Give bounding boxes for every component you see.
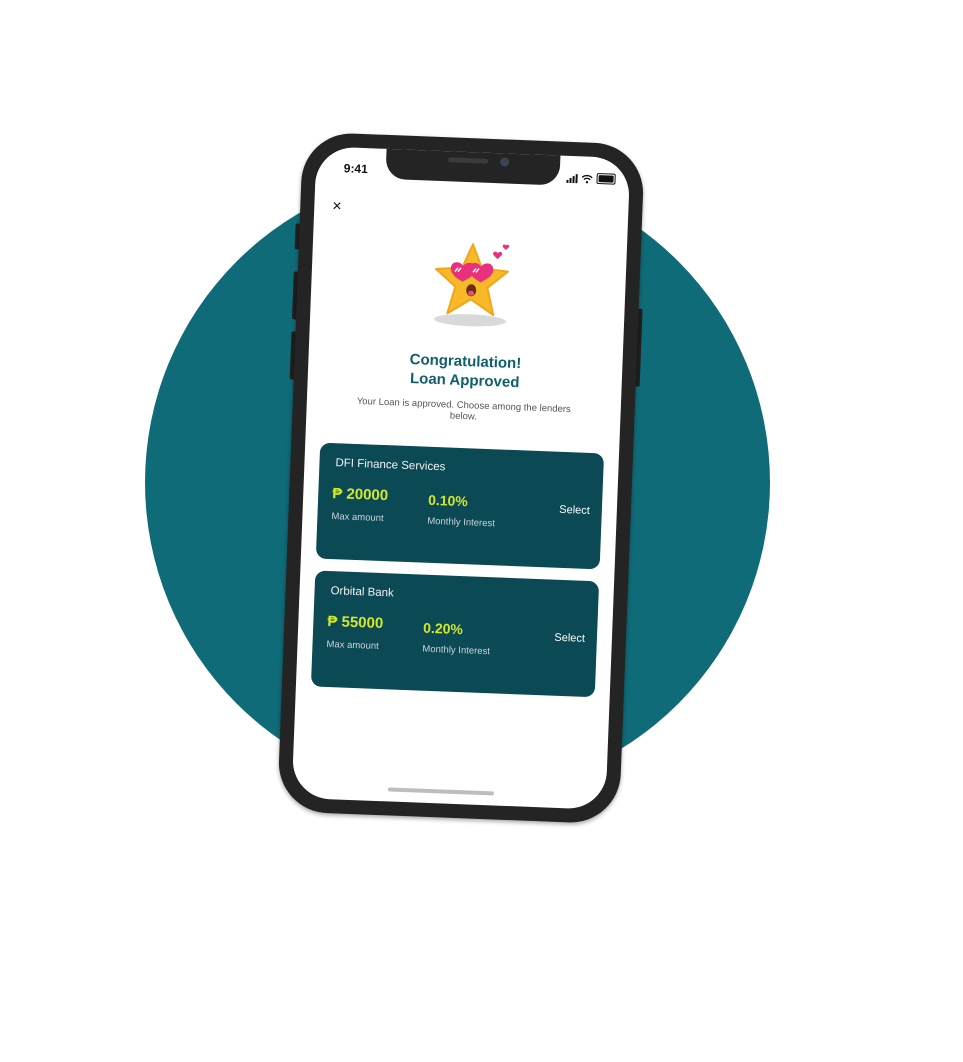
camera-icon <box>499 157 510 167</box>
status-time: 9:41 <box>343 161 369 177</box>
status-icons <box>566 172 616 185</box>
phone-screen: 9:41 × Congratulation! Loan Approved You… <box>291 146 631 810</box>
max-amount-label: Max amount <box>331 511 384 525</box>
wifi-icon <box>581 174 593 184</box>
lender-name: DFI Finance Services <box>335 457 446 474</box>
lender-card[interactable]: Orbital Bank ₱ 55000 Max amount 0.20% Mo… <box>310 570 600 698</box>
page-subtitle: Your Loan is approved. Choose among the … <box>356 395 571 423</box>
interest-label: Monthly Interest <box>427 515 496 530</box>
select-button[interactable]: Select <box>559 504 590 517</box>
battery-icon <box>596 172 616 185</box>
max-amount-value: ₱ 20000 <box>331 485 389 505</box>
signal-icon <box>566 174 578 184</box>
max-amount-label: Max amount <box>326 638 379 652</box>
interest-value: 0.20% <box>422 619 464 638</box>
home-indicator[interactable] <box>387 787 494 796</box>
interest-label: Monthly Interest <box>422 643 491 658</box>
phone-mockup: 9:41 × Congratulation! Loan Approved You… <box>277 131 645 825</box>
max-amount-value: ₱ 55000 <box>327 612 384 633</box>
phone-frame: 9:41 × Congratulation! Loan Approved You… <box>277 131 645 825</box>
select-button[interactable]: Select <box>554 632 585 645</box>
star-mascot-icon <box>434 243 510 327</box>
lender-card[interactable]: DFI Finance Services ₱ 20000 Max amount … <box>315 442 605 570</box>
page-title: Congratulation! Loan Approved <box>307 346 622 396</box>
notch <box>385 146 561 186</box>
lender-name: Orbital Bank <box>330 585 395 600</box>
interest-value: 0.10% <box>427 491 469 510</box>
speaker-grille <box>448 157 489 164</box>
close-icon[interactable]: × <box>332 198 342 215</box>
